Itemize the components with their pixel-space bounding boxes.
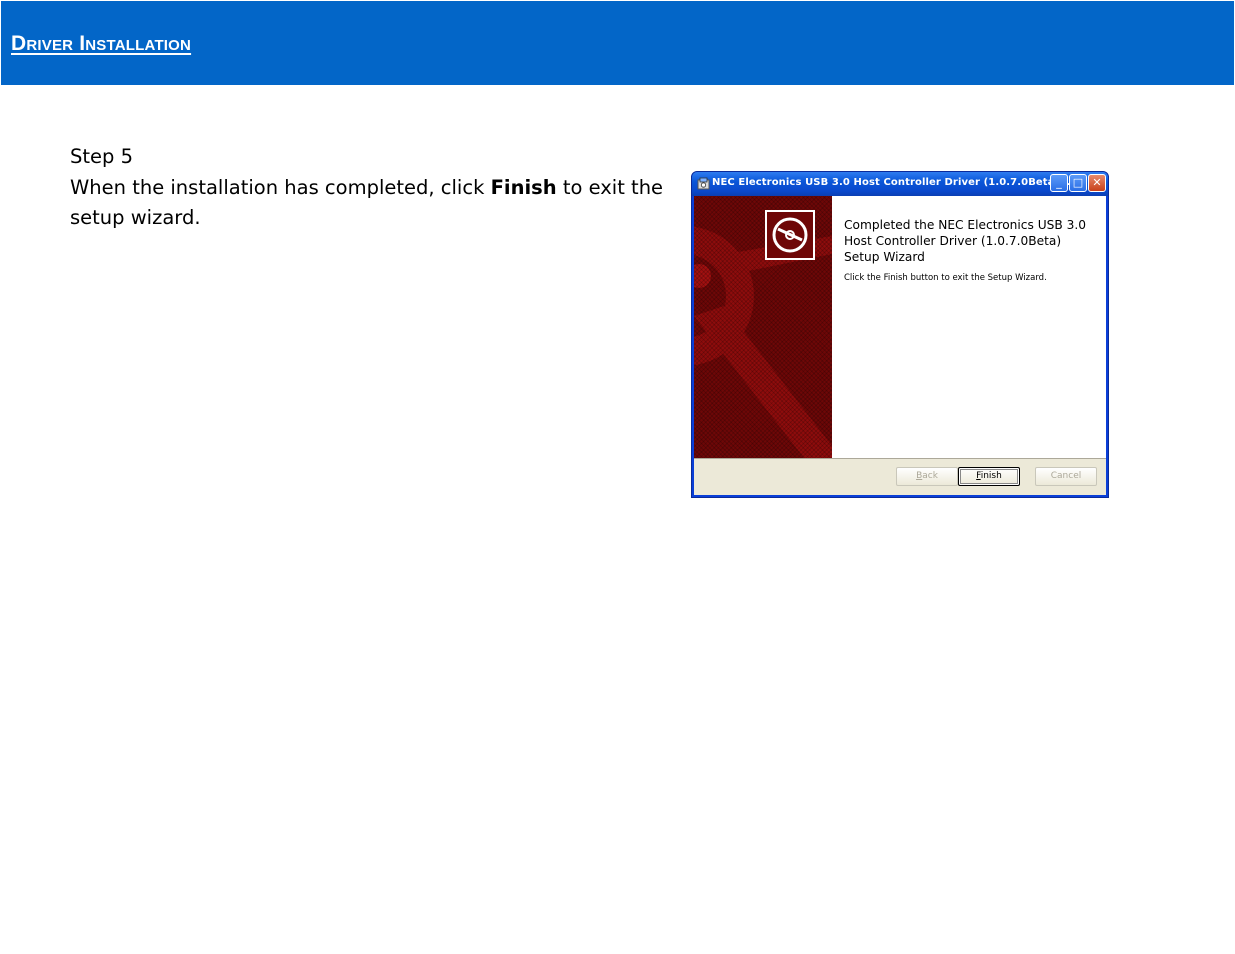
- close-button[interactable]: ✕: [1088, 174, 1106, 192]
- back-button[interactable]: Back: [896, 467, 958, 486]
- dialog-title: NEC Electronics USB 3.0 Host Controller …: [712, 177, 1075, 188]
- completion-heading: Completed the NEC Electronics USB 3.0 Ho…: [844, 218, 1086, 264]
- setup-wizard-dialog: NEC Electronics USB 3.0 Host Controller …: [691, 171, 1109, 498]
- back-label: ack: [922, 471, 938, 481]
- finish-button[interactable]: Finish: [958, 467, 1020, 486]
- dialog-client: Completed the NEC Electronics USB 3.0 Ho…: [694, 196, 1106, 495]
- step-number: Step 5: [70, 145, 134, 168]
- wizard-banner: [694, 196, 832, 458]
- wizard-content: Completed the NEC Electronics USB 3.0 Ho…: [832, 196, 1106, 458]
- finish-label: inish: [980, 471, 1002, 481]
- section-title: Driver Installation: [11, 32, 192, 55]
- cd-icon: [765, 210, 815, 260]
- completion-description: Click the Finish button to exit the Setu…: [844, 273, 1047, 283]
- step-text-before: When the installation has completed, cli…: [70, 175, 491, 199]
- section-header: Driver Installation: [1, 1, 1234, 85]
- installer-icon: [697, 177, 710, 190]
- dialog-titlebar[interactable]: NEC Electronics USB 3.0 Host Controller …: [692, 172, 1108, 196]
- button-separator: [694, 458, 1106, 459]
- cancel-button[interactable]: Cancel: [1035, 467, 1097, 486]
- minimize-button[interactable]: _: [1050, 174, 1068, 192]
- step-instructions: Step 5 When the installation has complet…: [70, 142, 690, 234]
- finish-keyword: Finish: [490, 175, 557, 199]
- step-description: When the installation has completed, cli…: [70, 173, 690, 234]
- maximize-button[interactable]: □: [1069, 174, 1087, 192]
